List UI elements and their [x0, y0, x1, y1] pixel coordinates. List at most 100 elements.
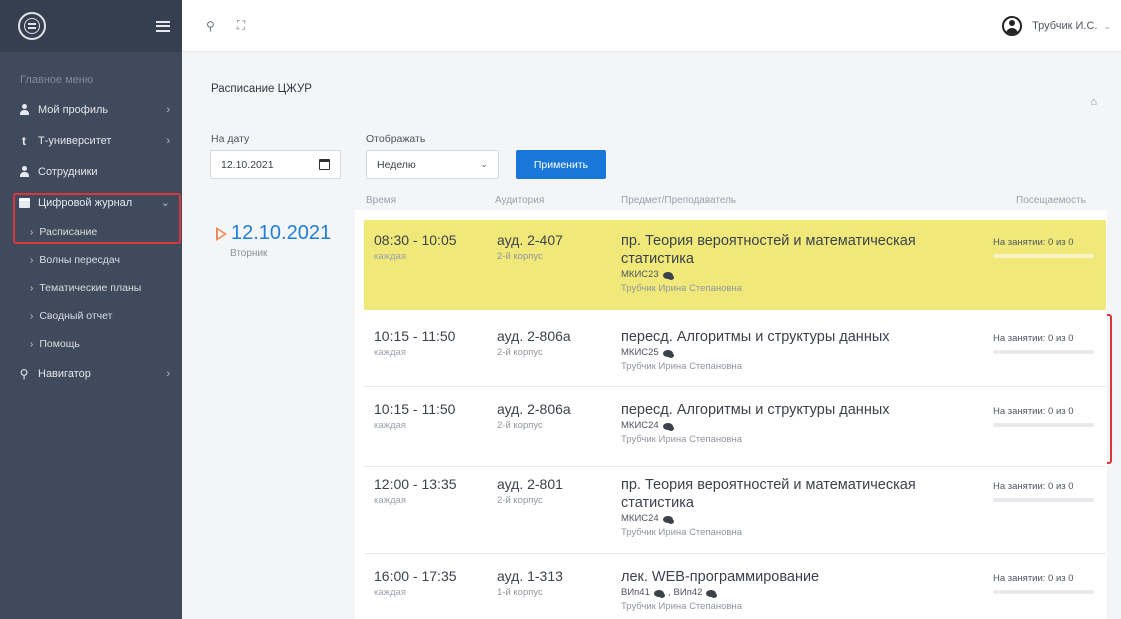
- triangle-right-icon: [216, 226, 227, 241]
- lesson-teacher: Трубчик Ирина Степановна: [621, 601, 742, 612]
- table-row[interactable]: 10:15 - 11:50 каждая ауд. 2-806а 2-й кор…: [364, 316, 1106, 384]
- chat-icon[interactable]: [706, 589, 718, 598]
- chat-icon[interactable]: [662, 349, 674, 358]
- display-label: Отображать: [366, 133, 426, 145]
- attendance-bar: [993, 350, 1094, 354]
- user-menu[interactable]: Трубчик И.С. ⌄: [1002, 16, 1111, 36]
- sidebar-item-label: Сотрудники: [38, 165, 98, 178]
- menu-toggle-icon[interactable]: [156, 20, 170, 32]
- sidebar: Главное меню Мой профиль › t Т-университ…: [0, 0, 182, 619]
- attendance-bar: [993, 254, 1094, 258]
- lesson-group[interactable]: ВИп41: [621, 586, 650, 600]
- attendance-text: На занятии: 0 из 0: [993, 237, 1074, 248]
- attendance-bar: [993, 590, 1094, 594]
- lesson-room: ауд. 1-313: [497, 568, 563, 584]
- lesson-teacher: Трубчик Ирина Степановна: [621, 283, 742, 294]
- day-date: 12.10.2021: [216, 222, 331, 245]
- sidebar-subitem-label: Расписание: [39, 226, 98, 238]
- calendar-icon[interactable]: [319, 159, 330, 170]
- lesson-subject: пр. Теория вероятностей и математическая…: [621, 233, 916, 267]
- header-attendance: Посещаемость: [1016, 195, 1086, 206]
- day-header: 12.10.2021 Вторник: [216, 222, 331, 259]
- date-field[interactable]: 12.10.2021: [210, 150, 341, 179]
- sidebar-header: [0, 0, 182, 52]
- lesson-subject: пр. Теория вероятностей и математическая…: [621, 477, 916, 511]
- chevron-right-icon: ›: [30, 226, 34, 238]
- lesson-building: 2-й корпус: [497, 251, 543, 262]
- chat-icon[interactable]: [653, 589, 665, 598]
- display-value: Неделю: [377, 159, 416, 171]
- fullscreen-icon[interactable]: ⛶: [237, 18, 245, 33]
- t-letter-icon: t: [22, 133, 26, 148]
- lesson-frequency: каждая: [374, 420, 406, 431]
- attendance-text: На занятии: 0 из 0: [993, 573, 1074, 584]
- table-row[interactable]: 12:00 - 13:35 каждая ауд. 2-801 2-й корп…: [364, 464, 1106, 550]
- topbar: ⚲ ⛶ Трубчик И.С. ⌄: [182, 0, 1121, 52]
- home-icon[interactable]: ⌂: [1090, 96, 1097, 108]
- calendar-icon: [18, 197, 30, 209]
- sidebar-subitem-summary-report[interactable]: › Сводный отчет: [0, 302, 182, 330]
- chevron-down-icon: ⌄: [480, 159, 488, 169]
- lesson-group[interactable]: ВИп42: [674, 586, 703, 600]
- sidebar-item-staff[interactable]: Сотрудники: [0, 156, 182, 187]
- sidebar-subitem-schedule[interactable]: › Расписание: [0, 218, 182, 246]
- lesson-groups: ВИп41 , ВИп42: [621, 586, 976, 600]
- sidebar-item-navigator[interactable]: ⚲ Навигатор ›: [0, 358, 182, 389]
- lesson-building: 2-й корпус: [497, 347, 543, 358]
- attendance-text: На занятии: 0 из 0: [993, 333, 1074, 344]
- chevron-right-icon: ›: [166, 134, 170, 147]
- table-row[interactable]: 08:30 - 10:05 каждая ауд. 2-407 2-й корп…: [364, 220, 1106, 310]
- sidebar-subitem-thematic-plans[interactable]: › Тематические планы: [0, 274, 182, 302]
- lesson-subject-block: пересд. Алгоритмы и структуры данных МКИ…: [621, 328, 976, 374]
- sidebar-subitem-label: Тематические планы: [39, 282, 142, 294]
- chevron-right-icon: ›: [30, 338, 34, 350]
- lesson-group[interactable]: МКИС24: [621, 419, 976, 433]
- lesson-time: 16:00 - 17:35: [374, 568, 457, 584]
- lesson-building: 2-й корпус: [497, 495, 543, 506]
- table-row[interactable]: 16:00 - 17:35 каждая ауд. 1-313 1-й корп…: [364, 556, 1106, 619]
- sidebar-item-label: Т-университет: [38, 134, 112, 147]
- lesson-frequency: каждая: [374, 495, 406, 506]
- sidebar-subitem-label: Помощь: [39, 338, 80, 350]
- row-divider: [364, 553, 1106, 554]
- chat-icon[interactable]: [662, 515, 674, 524]
- lesson-subject: лек. WEB-программирование: [621, 569, 820, 585]
- sidebar-item-profile[interactable]: Мой профиль ›: [0, 94, 182, 125]
- lesson-teacher: Трубчик Ирина Степановна: [621, 527, 742, 538]
- lesson-group[interactable]: МКИС23: [621, 268, 976, 282]
- apply-button[interactable]: Применить: [516, 150, 606, 179]
- table-row[interactable]: 10:15 - 11:50 каждая ауд. 2-806а 2-й кор…: [364, 389, 1106, 457]
- lesson-group[interactable]: МКИС24: [621, 512, 976, 526]
- lesson-subject-block: пр. Теория вероятностей и математическая…: [621, 476, 976, 540]
- lesson-time: 08:30 - 10:05: [374, 232, 457, 248]
- university-logo-icon[interactable]: [18, 12, 46, 40]
- attendance-bar: [993, 498, 1094, 502]
- navigator-icon: ⚲: [19, 366, 29, 381]
- chevron-down-icon: ⌄: [1103, 20, 1111, 31]
- chat-icon[interactable]: [662, 271, 674, 280]
- chat-icon[interactable]: [662, 422, 674, 431]
- lesson-room: ауд. 2-407: [497, 232, 563, 248]
- lesson-frequency: каждая: [374, 587, 406, 598]
- lesson-group[interactable]: МКИС25: [621, 346, 976, 360]
- search-icon[interactable]: ⚲: [206, 19, 215, 33]
- sidebar-section-title: Главное меню: [20, 74, 94, 86]
- display-select[interactable]: Неделю ⌄: [366, 150, 499, 179]
- page-title: Расписание ЦЖУР: [211, 83, 312, 95]
- lesson-frequency: каждая: [374, 347, 406, 358]
- chevron-right-icon: ›: [30, 310, 34, 322]
- sidebar-subitem-retake-waves[interactable]: › Волны пересдач: [0, 246, 182, 274]
- chevron-right-icon: ›: [30, 282, 34, 294]
- header-time: Время: [366, 195, 397, 206]
- attendance-text: На занятии: 0 из 0: [993, 481, 1074, 492]
- lesson-teacher: Трубчик Ирина Степановна: [621, 434, 742, 445]
- sidebar-subitem-help[interactable]: › Помощь: [0, 330, 182, 358]
- user-name: Трубчик И.С.: [1032, 20, 1098, 32]
- sidebar-subitem-label: Волны пересдач: [39, 254, 121, 266]
- lesson-subject: пересд. Алгоритмы и структуры данных: [621, 329, 890, 345]
- sidebar-item-digital-journal[interactable]: Цифровой журнал ⌄: [0, 187, 182, 218]
- lesson-time: 10:15 - 11:50: [374, 328, 456, 344]
- sidebar-item-t-university[interactable]: t Т-университет ›: [0, 125, 182, 156]
- lesson-subject-block: лек. WEB-программирование ВИп41 , ВИп42 …: [621, 568, 976, 614]
- row-divider: [364, 386, 1106, 387]
